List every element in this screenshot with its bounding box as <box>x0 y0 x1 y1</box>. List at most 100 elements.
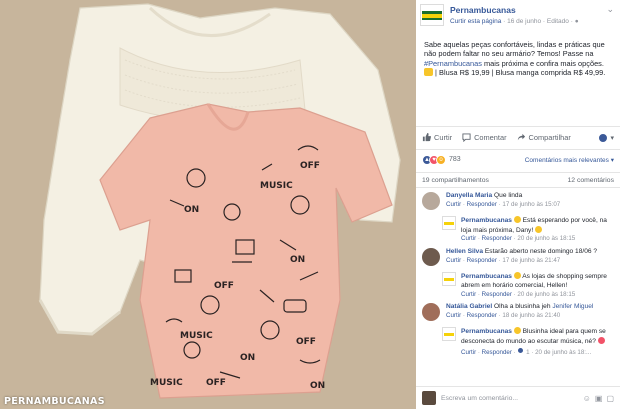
hashtag-link[interactable]: #Pernambucanas <box>424 59 482 68</box>
page-name[interactable]: Pernambucanas <box>450 5 516 15</box>
comment-reply-link[interactable]: Responder <box>482 349 512 356</box>
comment-reply-link[interactable]: Responder <box>482 291 512 298</box>
svg-text:MUSIC: MUSIC <box>150 378 183 388</box>
comment-reply: Pernambucanas As lojas de shopping sempr… <box>442 272 614 299</box>
current-user-avatar[interactable] <box>422 391 436 405</box>
comment-time[interactable]: 20 de junho às 18:15 <box>517 291 575 298</box>
comment-like-link[interactable]: Curtir <box>461 235 476 242</box>
share-count-bar: 19 compartilhamentos 12 comentários <box>416 172 620 188</box>
edited-label[interactable]: Editado <box>547 18 569 25</box>
follow-page-link[interactable]: Curtir esta página <box>450 18 501 25</box>
comment-like-link[interactable]: Curtir <box>461 349 476 356</box>
comment-reply-link[interactable]: Responder <box>467 201 497 208</box>
comment-author[interactable]: Pernambucanas <box>461 273 512 280</box>
comment-meta: Curtir · Responder · 1 · 20 de junho às … <box>461 346 592 356</box>
yellow-heart-icon <box>424 68 433 77</box>
like-button[interactable]: Curtir <box>422 133 452 142</box>
gif-icon[interactable]: ▢ <box>606 394 614 403</box>
comment: Danyella Maria Que linda Curtir · Respon… <box>422 192 614 212</box>
wow-reaction-icon[interactable]: o <box>436 154 446 165</box>
chevron-down-icon[interactable]: ⌄ <box>606 4 614 15</box>
avatar[interactable] <box>422 248 440 267</box>
svg-text:ON: ON <box>240 353 255 363</box>
post-actions: Curtir Comentar Compartilhar ▾ <box>416 126 620 148</box>
shares-count[interactable]: 19 compartilhamentos <box>422 177 489 184</box>
svg-text:ON: ON <box>310 381 325 391</box>
svg-text:ON: ON <box>290 255 305 265</box>
comment-time[interactable]: 17 de junho às 15:07 <box>502 201 560 208</box>
comment-text: Estarão aberto neste domingo 18/06 ? <box>484 248 598 256</box>
comment-time[interactable]: 20 de junho às 18:15 <box>517 235 575 242</box>
svg-text:OFF: OFF <box>214 281 234 291</box>
post-text: Sabe aquelas peças confortáveis, lindas … <box>424 40 606 78</box>
page-avatar[interactable] <box>442 272 456 287</box>
comment-like-link[interactable]: Curtir <box>446 312 461 319</box>
post-header: Pernambucanas Curtir esta página · 16 de… <box>416 0 620 32</box>
comment-reply: Pernambucanas Blusinha ideal para quem s… <box>442 327 614 357</box>
comment-icon <box>462 133 471 142</box>
share-button[interactable]: Compartilhar <box>517 133 571 142</box>
comment-author[interactable]: Pernambucanas <box>461 217 512 224</box>
smile-emoji-icon <box>513 327 521 335</box>
comment-like-link[interactable]: Curtir <box>446 257 461 264</box>
smile-emoji-icon <box>513 272 521 280</box>
comment-order-dropdown[interactable]: Comentários mais relevantes ▾ <box>525 156 614 164</box>
comment-text: Olha a blusinha jeh <box>494 303 551 311</box>
page-avatar[interactable] <box>442 216 456 230</box>
thumbs-up-icon <box>422 133 431 142</box>
page-avatar-icon <box>598 132 609 143</box>
comment-reply-link[interactable]: Responder <box>467 257 497 264</box>
post-panel: Pernambucanas Curtir esta página · 16 de… <box>416 0 620 409</box>
reactions-bar: ▲ ♥ o 783 Comentários mais relevantes ▾ <box>416 149 620 169</box>
comment-meta: Curtir · Responder · 20 de junho às 18:1… <box>461 235 576 243</box>
watermark: PERNAMBUCANAS <box>4 396 105 407</box>
comment-meta: Curtir · Responder · 20 de junho às 18:1… <box>461 290 576 298</box>
svg-text:OFF: OFF <box>296 337 316 347</box>
comment-button[interactable]: Comentar <box>462 133 507 142</box>
comment-author[interactable]: Hellen Silva <box>446 248 483 255</box>
comment-like-link[interactable]: Curtir <box>461 291 476 298</box>
comment-meta: Curtir · Responder · 18 de junho às 21:4… <box>446 311 561 319</box>
mention-link[interactable]: Jenifer Miguel <box>552 303 593 310</box>
comment-composer: Escreva um comentário... ☺ ▣ ▢ <box>416 386 620 409</box>
svg-text:OFF: OFF <box>300 161 320 171</box>
clothes-photo: MUSIC ON OFF ON OFF MUSIC ON OFF OFF MUSIC ON <box>0 0 416 409</box>
comment-text: Que linda <box>494 192 523 199</box>
comment-time[interactable]: 20 de junho às 18:... <box>535 349 591 356</box>
comment-like-link[interactable]: Curtir <box>446 201 461 208</box>
comments-list: Danyella Maria Que linda Curtir · Respon… <box>416 192 620 361</box>
like-reaction-icon[interactable] <box>517 346 525 354</box>
comment-time[interactable]: 17 de junho às 21:47 <box>502 257 560 264</box>
smile-emoji-icon <box>535 225 543 233</box>
comment-reply: Pernambucanas Está esperando por você, n… <box>442 216 614 244</box>
comment-input[interactable]: Escreva um comentário... <box>441 395 579 402</box>
comments-count[interactable]: 12 comentários <box>568 177 614 184</box>
avatar[interactable] <box>422 192 440 210</box>
comment-time[interactable]: 18 de junho às 21:40 <box>502 312 560 319</box>
comment-reply-link[interactable]: Responder <box>467 312 497 319</box>
page-logo[interactable] <box>420 4 444 26</box>
comment-author[interactable]: Danyella Maria <box>446 192 492 199</box>
camera-icon[interactable]: ▣ <box>595 394 603 403</box>
comment-reaction-count[interactable]: 1 <box>526 349 529 356</box>
smile-emoji-icon <box>513 216 521 223</box>
heart-eyes-emoji-icon <box>597 336 605 344</box>
comment-reply-link[interactable]: Responder <box>482 235 512 242</box>
comment-author[interactable]: Pernambucanas <box>461 328 512 335</box>
comment-author[interactable]: Natália Gabriel <box>446 303 492 310</box>
reaction-count[interactable]: 783 <box>449 156 461 163</box>
post-meta: Curtir esta página · 16 de junho · Edita… <box>450 18 579 25</box>
comment: Natália Gabriel Olha a blusinha jeh Jeni… <box>422 303 614 323</box>
comment-meta: Curtir · Responder · 17 de junho às 15:0… <box>446 200 561 208</box>
svg-text:ON: ON <box>184 205 199 215</box>
post-photo[interactable]: MUSIC ON OFF ON OFF MUSIC ON OFF OFF MUSIC ON P… <box>0 0 416 409</box>
svg-text:OFF: OFF <box>206 378 226 388</box>
emoji-icon[interactable]: ☺ <box>583 394 591 403</box>
avatar[interactable] <box>422 303 440 322</box>
post-date[interactable]: 16 de junho <box>507 18 541 25</box>
share-audience-dropdown[interactable]: ▾ <box>598 132 614 143</box>
page-avatar[interactable] <box>442 327 456 342</box>
share-icon <box>517 133 525 141</box>
globe-icon: ● <box>574 18 579 25</box>
svg-text:MUSIC: MUSIC <box>180 331 213 341</box>
